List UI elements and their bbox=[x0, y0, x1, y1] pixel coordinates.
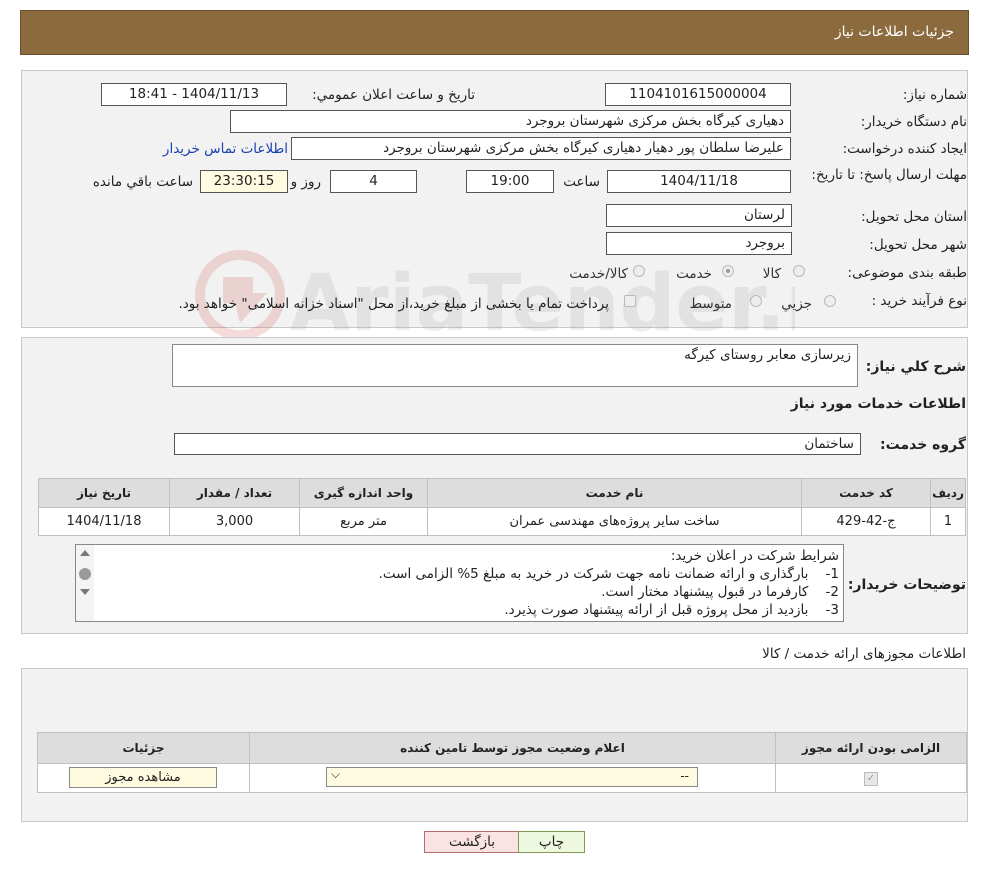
col-name-header: نام خدمت bbox=[427, 478, 802, 508]
province-field: لرستان bbox=[606, 204, 792, 227]
row-number: 1 bbox=[930, 507, 966, 536]
province-label: استان محل تحويل: bbox=[861, 209, 967, 225]
col-code-header: كد خدمت bbox=[801, 478, 931, 508]
buyer-org-label: نام دستگاه خريدار: bbox=[860, 114, 967, 130]
col-qty-header: تعداد / مقدار bbox=[169, 478, 300, 508]
need-number-field: 1104101615000004 bbox=[605, 83, 791, 106]
permit-status-header: اعلام وضعيت مجوز توسط تامين كننده bbox=[249, 732, 776, 764]
category-goods-service-label: كالا/خدمت bbox=[569, 266, 628, 282]
buyer-org-field: دهیاری کیرگاه بخش مرکزی شهرستان بروجرد bbox=[230, 110, 791, 133]
process-label: نوع فرآيند خريد : bbox=[871, 293, 967, 309]
treasury-payment-note: پرداخت تمام یا بخشی از مبلغ خرید،از محل … bbox=[178, 296, 609, 312]
notes-line: 1- بارگذاری و ارائه ضمانت نامه جهت شرکت … bbox=[378, 566, 839, 582]
notes-line: 3- بازدید از محل پروژه قبل از ارائه پیشن… bbox=[504, 602, 839, 618]
announce-field: 1404/11/13 - 18:41 bbox=[101, 83, 287, 106]
need-info-panel bbox=[21, 70, 968, 328]
permits-title: اطلاعات مجوزهای ارائه خدمت / كالا bbox=[762, 646, 966, 662]
permit-details-cell: مشاهده مجوز bbox=[37, 763, 250, 793]
days-field: 4 bbox=[330, 170, 417, 193]
permit-select-value: -- bbox=[680, 769, 689, 783]
back-button[interactable]: بازگشت bbox=[424, 831, 520, 853]
category-service-label: خدمت bbox=[676, 266, 712, 282]
category-goods-label: كالا bbox=[762, 266, 781, 282]
treasury-payment-checkbox[interactable] bbox=[624, 295, 636, 307]
service-date: 1404/11/18 bbox=[38, 507, 170, 536]
services-title: اطلاعات خدمات مورد نياز bbox=[790, 396, 966, 412]
need-number-label: شماره نیاز: bbox=[902, 87, 967, 103]
deadline-time-label: ساعت bbox=[563, 174, 600, 190]
category-service-radio[interactable] bbox=[722, 265, 734, 277]
buyer-contact-link[interactable]: اطلاعات تماس خريدار bbox=[163, 141, 288, 157]
deadline-time-field: 19:00 bbox=[466, 170, 554, 193]
service-name: ساخت سایر پروژه‌های مهندسی عمران bbox=[427, 507, 802, 536]
deadline-date-field: 1404/11/18 bbox=[607, 170, 791, 193]
buyer-notes-text: شرایط شرکت در اعلان خرید: 1- بارگذاری و ا… bbox=[379, 547, 839, 619]
deadline-label: مهلت ارسال پاسخ: تا تاريخ: bbox=[811, 167, 967, 183]
buyer-notes-textarea: شرایط شرکت در اعلان خرید: 1- بارگذاری و ا… bbox=[75, 544, 844, 622]
table-row: 1 ج-42-429 ساخت سایر پروژه‌های مهندسی عم… bbox=[38, 507, 966, 536]
services-table-header: رديف كد خدمت نام خدمت واحد اندازه گيری ت… bbox=[38, 478, 966, 508]
table-row: ✓ -- ⌵ مشاهده مجوز bbox=[37, 763, 967, 793]
process-medium-radio[interactable] bbox=[750, 295, 762, 307]
chevron-down-icon: ⌵ bbox=[331, 767, 341, 781]
view-permit-button[interactable]: مشاهده مجوز bbox=[69, 767, 217, 788]
summary-textarea: زیرسازی معابر روستای کیرگه bbox=[172, 344, 858, 387]
permit-details-header: جزئيات bbox=[37, 732, 250, 764]
col-date-header: تاريخ نياز bbox=[38, 478, 170, 508]
permit-required-checkbox: ✓ bbox=[864, 772, 878, 786]
page-header: جزئیات اطلاعات نیاز bbox=[20, 10, 969, 55]
page-title: جزئیات اطلاعات نیاز bbox=[834, 24, 954, 40]
creator-label: ايجاد كننده درخواست: bbox=[842, 141, 967, 157]
category-goods-radio[interactable] bbox=[793, 265, 805, 277]
service-unit: متر مربع bbox=[299, 507, 428, 536]
city-label: شهر محل تحويل: bbox=[869, 237, 967, 253]
city-field: بروجرد bbox=[606, 232, 792, 255]
permit-status-select[interactable]: -- ⌵ bbox=[326, 767, 698, 787]
process-minor-label: جزيي bbox=[781, 296, 812, 312]
permit-status-cell: -- ⌵ bbox=[249, 763, 776, 793]
remaining-label: ساعت باقي مانده bbox=[92, 174, 193, 190]
col-row-header: رديف bbox=[930, 478, 966, 508]
permits-table-header: الزامی بودن ارائه مجوز اعلام وضعيت مجوز … bbox=[37, 732, 967, 764]
remaining-time-field: 23:30:15 bbox=[200, 170, 288, 193]
process-minor-radio[interactable] bbox=[824, 295, 836, 307]
permits-table: الزامی بودن ارائه مجوز اعلام وضعيت مجوز … bbox=[37, 732, 967, 793]
creator-field: علیرضا سلطان پور دهیار دهیاری کیرگاه بخش… bbox=[291, 137, 791, 160]
service-qty: 3,000 bbox=[169, 507, 300, 536]
notes-line: شرایط شرکت در اعلان خرید: bbox=[670, 548, 839, 564]
category-label: طبقه بندی موضوعی: bbox=[847, 265, 967, 281]
services-table: رديف كد خدمت نام خدمت واحد اندازه گيری ت… bbox=[38, 478, 966, 536]
announce-label: تاریخ و ساعت اعلان عمومي: bbox=[312, 87, 475, 103]
print-button[interactable]: چاپ bbox=[518, 831, 585, 853]
summary-label: شرح كلي نياز: bbox=[865, 359, 966, 375]
notes-scrollbar[interactable] bbox=[76, 545, 94, 621]
category-goods-service-radio[interactable] bbox=[633, 265, 645, 277]
col-unit-header: واحد اندازه گيری bbox=[299, 478, 428, 508]
buyer-notes-label: توضيحات خريدار: bbox=[847, 577, 966, 593]
service-group-field: ساختمان bbox=[174, 433, 861, 455]
days-label: روز و bbox=[290, 174, 321, 190]
process-medium-label: متوسط bbox=[689, 296, 732, 312]
service-code: ج-42-429 bbox=[801, 507, 931, 536]
service-group-label: گروه خدمت: bbox=[880, 437, 966, 453]
permit-required-cell: ✓ bbox=[775, 763, 967, 793]
notes-line: 2- کارفرما در قبول پیشنهاد مختار است. bbox=[601, 584, 839, 600]
permit-required-header: الزامی بودن ارائه مجوز bbox=[775, 732, 967, 764]
